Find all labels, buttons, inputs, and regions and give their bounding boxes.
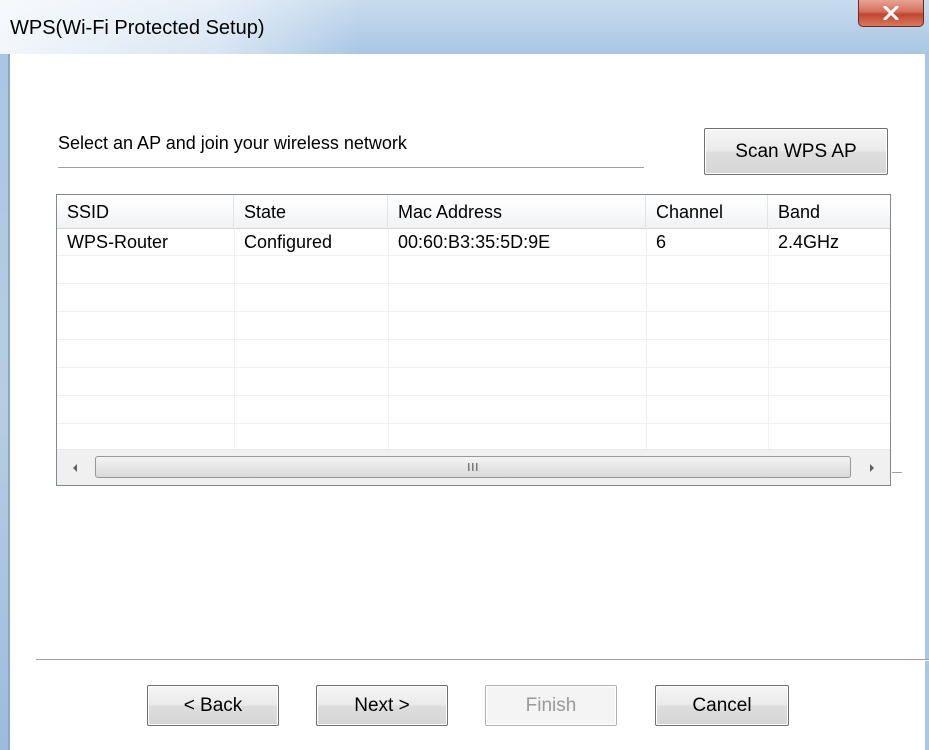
empty-row bbox=[57, 312, 890, 340]
scrollbar-thumb[interactable] bbox=[95, 456, 851, 478]
empty-row bbox=[57, 340, 890, 368]
empty-row bbox=[57, 256, 890, 284]
title-bar: WPS(Wi-Fi Protected Setup) bbox=[0, 0, 929, 54]
cell-channel: 6 bbox=[656, 232, 667, 252]
cancel-button[interactable]: Cancel bbox=[655, 685, 789, 726]
next-button[interactable]: Next > bbox=[316, 685, 448, 726]
scan-wps-ap-button[interactable]: Scan WPS AP bbox=[704, 128, 888, 175]
table-row[interactable]: WPS-Router Configured 00:60:B3:35:5D:9E … bbox=[57, 228, 890, 256]
empty-row bbox=[57, 284, 890, 312]
back-button[interactable]: < Back bbox=[147, 685, 279, 726]
footer-separator bbox=[36, 659, 929, 661]
finish-button: Finish bbox=[485, 685, 617, 726]
wps-dialog: WPS(Wi-Fi Protected Setup) Select an AP … bbox=[0, 0, 929, 750]
cell-ssid: WPS-Router bbox=[67, 232, 169, 252]
cell-band: 2.4GHz bbox=[778, 232, 840, 252]
dialog-content: Select an AP and join your wireless netw… bbox=[10, 54, 929, 750]
scroll-grip-icon bbox=[467, 462, 479, 472]
empty-row bbox=[57, 368, 890, 396]
ap-list[interactable]: SSID State Mac Address Channel Band WPS-… bbox=[56, 194, 891, 486]
close-x-icon bbox=[883, 6, 899, 20]
cell-state: Configured bbox=[244, 232, 333, 252]
scroll-left-arrow-icon[interactable] bbox=[57, 450, 93, 485]
close-button[interactable] bbox=[858, 0, 924, 27]
ap-list-header: SSID State Mac Address Channel Band bbox=[57, 195, 890, 229]
empty-row bbox=[57, 424, 890, 452]
column-header-mac-address[interactable]: Mac Address bbox=[388, 195, 646, 228]
column-header-band[interactable]: Band bbox=[768, 195, 890, 228]
prompt-label: Select an AP and join your wireless netw… bbox=[58, 133, 407, 153]
column-header-ssid[interactable]: SSID bbox=[57, 195, 234, 228]
prompt-underline bbox=[58, 167, 644, 169]
window-title: WPS(Wi-Fi Protected Setup) bbox=[10, 17, 265, 39]
column-header-channel[interactable]: Channel bbox=[646, 195, 768, 228]
column-header-state[interactable]: State bbox=[234, 195, 388, 228]
horizontal-scrollbar[interactable] bbox=[57, 449, 890, 485]
window-frame-right bbox=[925, 54, 929, 750]
scroll-right-arrow-icon[interactable] bbox=[854, 450, 890, 485]
window-frame-left bbox=[0, 54, 10, 750]
cell-mac-address: 00:60:B3:35:5D:9E bbox=[398, 232, 551, 252]
empty-row bbox=[57, 396, 890, 424]
